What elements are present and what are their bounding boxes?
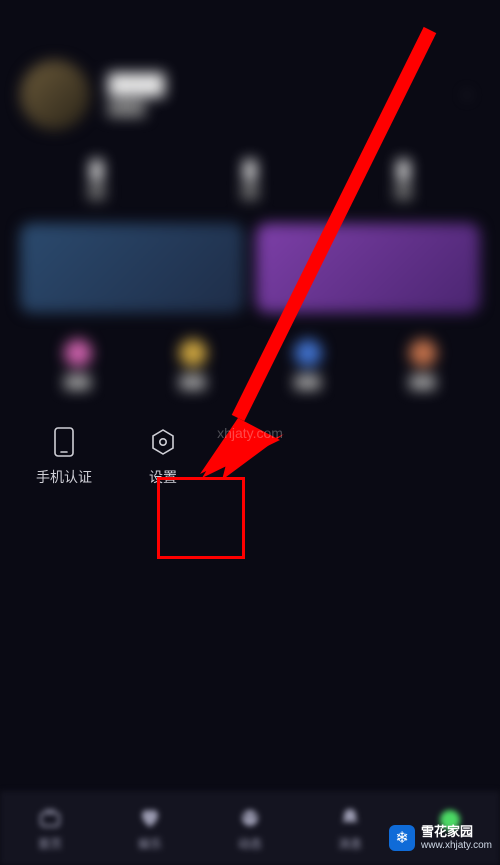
blurred-content: ████ ████ › █ ██ █ ██ █ ██ [0, 0, 500, 409]
promo-card-row [20, 223, 480, 313]
stat-value: █ [395, 160, 412, 181]
stat-item[interactable]: █ ██ [88, 160, 105, 199]
feature-icon [64, 339, 92, 367]
phone-auth-button[interactable]: 手机认证 [36, 427, 92, 487]
feature-item[interactable]: ███ [409, 339, 437, 389]
nav-label [448, 837, 451, 851]
nav-label: 动态 [238, 835, 262, 852]
nav-profile[interactable] [400, 791, 500, 865]
phone-icon [49, 427, 79, 457]
feature-icon [179, 339, 207, 367]
promo-card[interactable] [256, 223, 480, 313]
sparkle-icon [236, 804, 264, 832]
feature-icon [294, 339, 322, 367]
bottom-nav: 首页 娱乐 动态 消息 [0, 791, 500, 865]
stat-item[interactable]: █ ██ [395, 160, 412, 199]
nav-label: 娱乐 [138, 835, 162, 852]
stat-item[interactable]: █ ██ [241, 160, 258, 199]
nav-dynamic[interactable]: 动态 [200, 791, 300, 865]
profile-sub: ████ [108, 101, 165, 116]
profile-text: ████ ████ [108, 74, 165, 116]
nav-message[interactable]: 消息 [300, 791, 400, 865]
nav-label: 首页 [38, 835, 62, 852]
stat-label: ██ [395, 185, 412, 199]
feature-item[interactable]: ███ [179, 339, 207, 389]
nav-entertainment[interactable]: 娱乐 [100, 791, 200, 865]
profile-header[interactable]: ████ ████ › [20, 60, 480, 130]
stat-label: ██ [241, 185, 258, 199]
feature-item[interactable]: ███ [64, 339, 92, 389]
stat-row: █ ██ █ ██ █ ██ [20, 160, 480, 199]
profile-screen: ████ ████ › █ ██ █ ██ █ ██ [0, 0, 500, 865]
feature-row: ███ ███ ███ ███ [20, 339, 480, 389]
profile-name: ████ [108, 74, 165, 97]
action-row: 手机认证 设置 [0, 409, 500, 527]
feature-label: ███ [409, 375, 437, 389]
avatar[interactable] [20, 60, 90, 130]
gear-icon [148, 427, 178, 457]
stat-value: █ [241, 160, 258, 181]
nav-label: 消息 [338, 835, 362, 852]
feature-label: ███ [64, 375, 92, 389]
settings-label: 设置 [149, 467, 177, 487]
feature-label: ███ [294, 375, 322, 389]
bell-icon [336, 804, 364, 832]
phone-auth-label: 手机认证 [36, 467, 92, 487]
feature-icon [409, 339, 437, 367]
stat-label: ██ [88, 185, 105, 199]
nav-home[interactable]: 首页 [0, 791, 100, 865]
heart-icon [136, 804, 164, 832]
chevron-right-icon[interactable]: › [454, 82, 480, 108]
feature-item[interactable]: ███ [294, 339, 322, 389]
avatar-icon [436, 806, 464, 834]
tv-icon [36, 804, 64, 832]
feature-label: ███ [179, 375, 207, 389]
stat-value: █ [88, 160, 105, 181]
settings-button[interactable]: 设置 [148, 427, 178, 487]
promo-card[interactable] [20, 223, 244, 313]
